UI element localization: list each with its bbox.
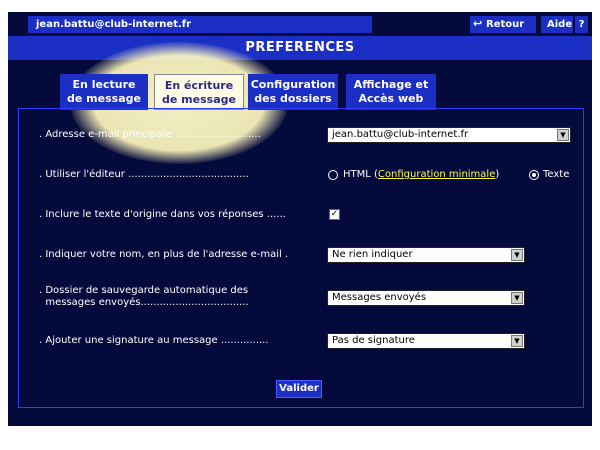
main-address-select[interactable]: jean.battu@club-internet.fr ▼ — [327, 127, 571, 143]
tab-label-line2: de message — [162, 93, 236, 106]
signature-label: . Ajouter une signature au message .....… — [39, 335, 269, 346]
minimal-config-link[interactable]: Configuration minimale — [378, 169, 495, 180]
aide-label: Aide — [547, 19, 573, 30]
help-icon[interactable]: ? — [575, 16, 588, 33]
save-folder-value: Messages envoyés — [332, 292, 427, 303]
include-original-checkbox[interactable]: ✓ — [329, 209, 340, 220]
display-name-value: Ne rien indiquer — [332, 249, 413, 260]
signature-value: Pas de signature — [332, 335, 415, 346]
tab-en-lecture[interactable]: En lecture de message — [60, 74, 148, 110]
tab-label-line2: de message — [67, 92, 141, 105]
chevron-down-icon: ▼ — [511, 292, 523, 304]
back-arrow-icon: ↩ — [473, 17, 483, 30]
save-folder-label-line2: messages envoyés........................… — [39, 297, 249, 308]
main-address-label: . Adresse e-mail principale ............… — [39, 129, 261, 140]
text-option-label: Texte — [543, 169, 570, 180]
preferences-panel: . Adresse e-mail principale ............… — [18, 108, 584, 408]
display-name-select[interactable]: Ne rien indiquer ▼ — [327, 247, 525, 263]
aide-button[interactable]: Aide — [541, 16, 573, 33]
tab-label-line1: Configuration — [250, 78, 336, 91]
save-folder-label-line1: . Dossier de sauvegarde automatique des — [39, 285, 249, 296]
html-option: HTML (Configuration minimale) — [343, 169, 499, 181]
html-radio[interactable] — [328, 170, 338, 180]
html-option-close: ) — [495, 169, 500, 180]
chevron-down-icon: ▼ — [511, 249, 523, 261]
save-folder-select[interactable]: Messages envoyés ▼ — [327, 290, 525, 306]
tab-label-line1: En lecture — [72, 78, 136, 91]
mail-preferences-window: jean.battu@club-internet.fr ↩ Retour Aid… — [8, 12, 592, 426]
editor-label: . Utiliser l'éditeur ...................… — [39, 169, 249, 180]
retour-label: Retour — [486, 19, 525, 30]
tab-label-line1: Affichage et — [353, 78, 429, 91]
tab-affichage[interactable]: Affichage et Accès web — [346, 74, 436, 110]
tab-label-line2: des dossiers — [254, 92, 332, 105]
html-option-label: HTML ( — [343, 169, 378, 180]
retour-button[interactable]: ↩ Retour — [470, 16, 536, 33]
tab-configuration[interactable]: Configuration des dossiers — [248, 74, 338, 110]
signature-select[interactable]: Pas de signature ▼ — [327, 333, 525, 349]
page-title: PREFERENCES — [8, 36, 592, 60]
user-email: jean.battu@club-internet.fr — [28, 16, 372, 33]
tab-en-ecriture[interactable]: En écriture de message — [154, 74, 244, 110]
valider-button[interactable]: Valider — [276, 380, 322, 398]
top-bar: jean.battu@club-internet.fr ↩ Retour Aid… — [8, 12, 592, 36]
display-name-label: . Indiquer votre nom, en plus de l'adres… — [39, 249, 289, 260]
include-original-label: . Inclure le texte d'origine dans vos ré… — [39, 209, 286, 220]
tab-label-line1: En écriture — [164, 79, 234, 92]
chevron-down-icon: ▼ — [557, 129, 569, 141]
main-address-value: jean.battu@club-internet.fr — [332, 129, 469, 140]
checkmark-icon: ✓ — [330, 209, 339, 219]
text-radio[interactable] — [529, 170, 539, 180]
tab-label-line2: Accès web — [358, 92, 424, 105]
chevron-down-icon: ▼ — [511, 335, 523, 347]
